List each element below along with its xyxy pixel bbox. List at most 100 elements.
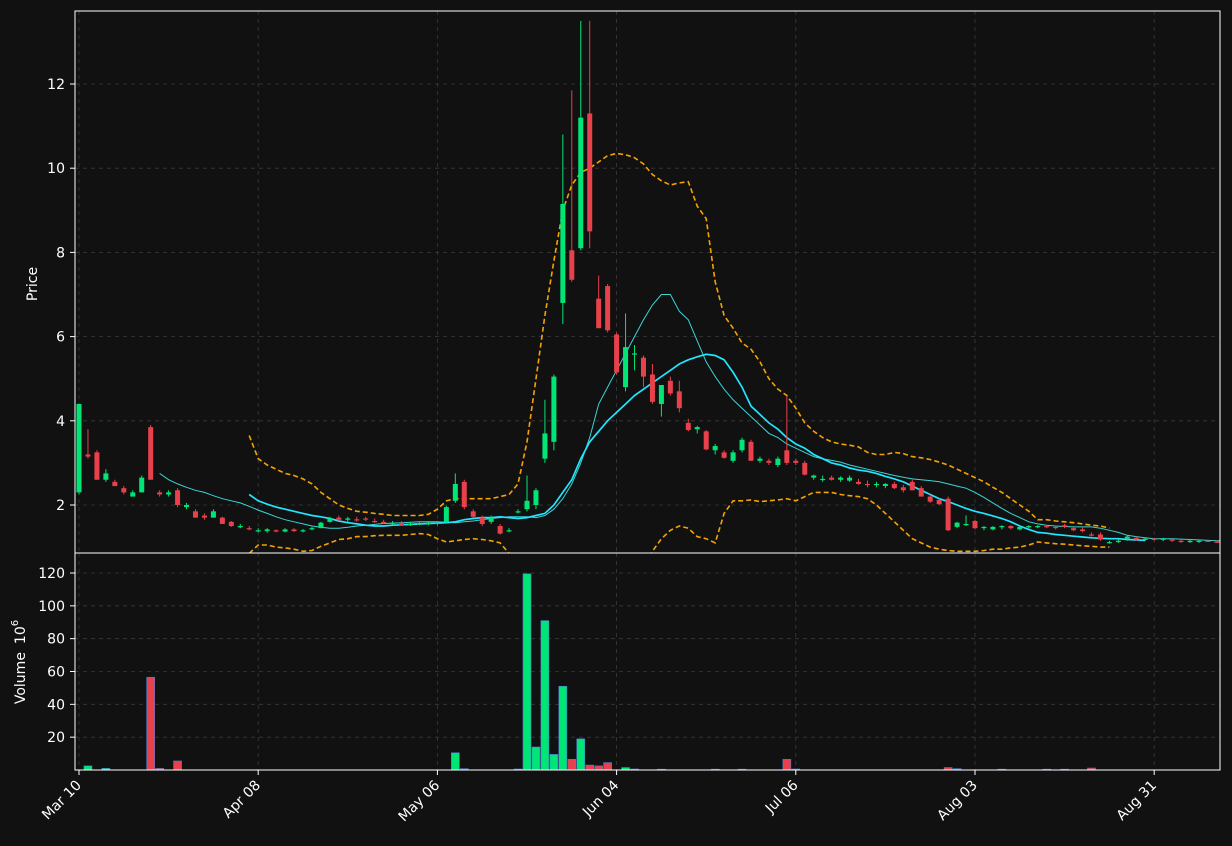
candle-body bbox=[166, 492, 172, 495]
candle-body bbox=[873, 483, 879, 486]
candle-body bbox=[157, 492, 163, 495]
candlestick bbox=[228, 520, 234, 527]
candle-body bbox=[999, 526, 1005, 528]
volume-bar bbox=[558, 685, 568, 771]
candle-body bbox=[1097, 534, 1103, 540]
candle-body bbox=[345, 518, 351, 520]
candle-body bbox=[766, 460, 772, 463]
candle-body bbox=[1205, 540, 1211, 542]
candle-body bbox=[1196, 540, 1202, 542]
candle-body bbox=[649, 374, 655, 402]
candle-body bbox=[721, 452, 727, 458]
candle-body bbox=[425, 522, 431, 524]
candle-body bbox=[103, 473, 109, 480]
candle-body bbox=[1062, 525, 1068, 527]
candle-body bbox=[560, 203, 566, 303]
candle-body bbox=[390, 522, 396, 524]
candle-body bbox=[228, 521, 234, 527]
candle-body bbox=[219, 517, 225, 524]
candle-body bbox=[363, 518, 369, 520]
candle-body bbox=[1017, 526, 1023, 530]
candle-body bbox=[175, 490, 181, 505]
candle-body bbox=[1151, 538, 1157, 540]
candle-body bbox=[712, 446, 718, 451]
candlestick bbox=[551, 374, 557, 451]
candle-body bbox=[94, 452, 100, 480]
candle-body bbox=[784, 450, 790, 463]
candle-body bbox=[569, 250, 575, 280]
volume-axis-title-word: Volume bbox=[13, 652, 29, 704]
volume-bar bbox=[451, 752, 460, 771]
chart-background bbox=[0, 0, 1232, 842]
candle-body bbox=[336, 517, 342, 520]
candle-body bbox=[497, 526, 503, 534]
candlestick bbox=[148, 425, 154, 480]
candle-body bbox=[596, 298, 602, 329]
candle-body bbox=[1080, 529, 1086, 532]
volume-y-tick-label: 40 bbox=[47, 697, 65, 713]
candle-body bbox=[399, 522, 405, 526]
price-y-tick-label: 4 bbox=[56, 414, 65, 430]
candle-body bbox=[1142, 538, 1148, 540]
candle-body bbox=[1053, 526, 1059, 529]
candle-body bbox=[739, 439, 745, 451]
candle-body bbox=[282, 529, 288, 532]
candle-body bbox=[524, 500, 530, 510]
volume-bar bbox=[540, 620, 550, 771]
volume-bar bbox=[603, 762, 612, 771]
candle-body bbox=[237, 526, 243, 528]
candle-body bbox=[918, 488, 924, 497]
candle-body bbox=[1133, 537, 1139, 540]
volume-bar bbox=[585, 764, 595, 771]
candle-body bbox=[291, 529, 297, 532]
price-y-tick-label: 10 bbox=[47, 161, 65, 177]
candle-body bbox=[1088, 534, 1094, 536]
candle-body bbox=[1214, 541, 1220, 543]
volume-bar bbox=[83, 765, 93, 771]
candle-body bbox=[811, 475, 817, 478]
candle-body bbox=[578, 117, 584, 249]
candle-body bbox=[623, 347, 629, 388]
candle-body bbox=[542, 433, 548, 459]
chart-svg: 2468101220406080100120Mar 10 Apr 08 May 06… bbox=[0, 0, 1232, 842]
candle-body bbox=[614, 334, 620, 373]
candle-body bbox=[820, 478, 826, 481]
candle-body bbox=[416, 523, 422, 525]
candlestick bbox=[703, 430, 709, 451]
price-y-tick-label: 2 bbox=[56, 498, 65, 514]
candle-body bbox=[864, 483, 870, 486]
volume-bar bbox=[173, 760, 182, 771]
candle-body bbox=[318, 522, 324, 529]
candlestick bbox=[139, 475, 145, 493]
candle-body bbox=[775, 458, 781, 466]
candle-body bbox=[1035, 526, 1041, 528]
candle-body bbox=[909, 481, 915, 491]
candle-body bbox=[533, 490, 539, 505]
candle-body bbox=[882, 483, 888, 487]
candle-body bbox=[1124, 536, 1130, 539]
candle-body bbox=[856, 481, 862, 484]
candlestick bbox=[318, 521, 324, 529]
candle-body bbox=[121, 488, 127, 493]
candle-body bbox=[327, 518, 333, 522]
candle-body bbox=[667, 380, 673, 394]
candle-body bbox=[1044, 526, 1050, 528]
candle-body bbox=[730, 452, 736, 461]
candle-body bbox=[76, 403, 82, 493]
candle-body bbox=[381, 521, 387, 524]
candlestick bbox=[175, 488, 181, 508]
candle-body bbox=[192, 511, 198, 518]
candle-body bbox=[936, 499, 942, 505]
candle-body bbox=[85, 454, 91, 457]
candlestick bbox=[443, 505, 449, 523]
volume-bar bbox=[782, 759, 792, 771]
candlestick bbox=[605, 283, 611, 333]
volume-bar bbox=[522, 573, 532, 771]
candle-body bbox=[470, 511, 476, 517]
volume-bar bbox=[594, 765, 603, 771]
candle-body bbox=[685, 422, 691, 431]
volume-axis-title: Volume 106 bbox=[10, 620, 29, 704]
candle-body bbox=[1106, 542, 1112, 544]
candle-body bbox=[1160, 538, 1166, 540]
candlestick bbox=[461, 479, 467, 510]
